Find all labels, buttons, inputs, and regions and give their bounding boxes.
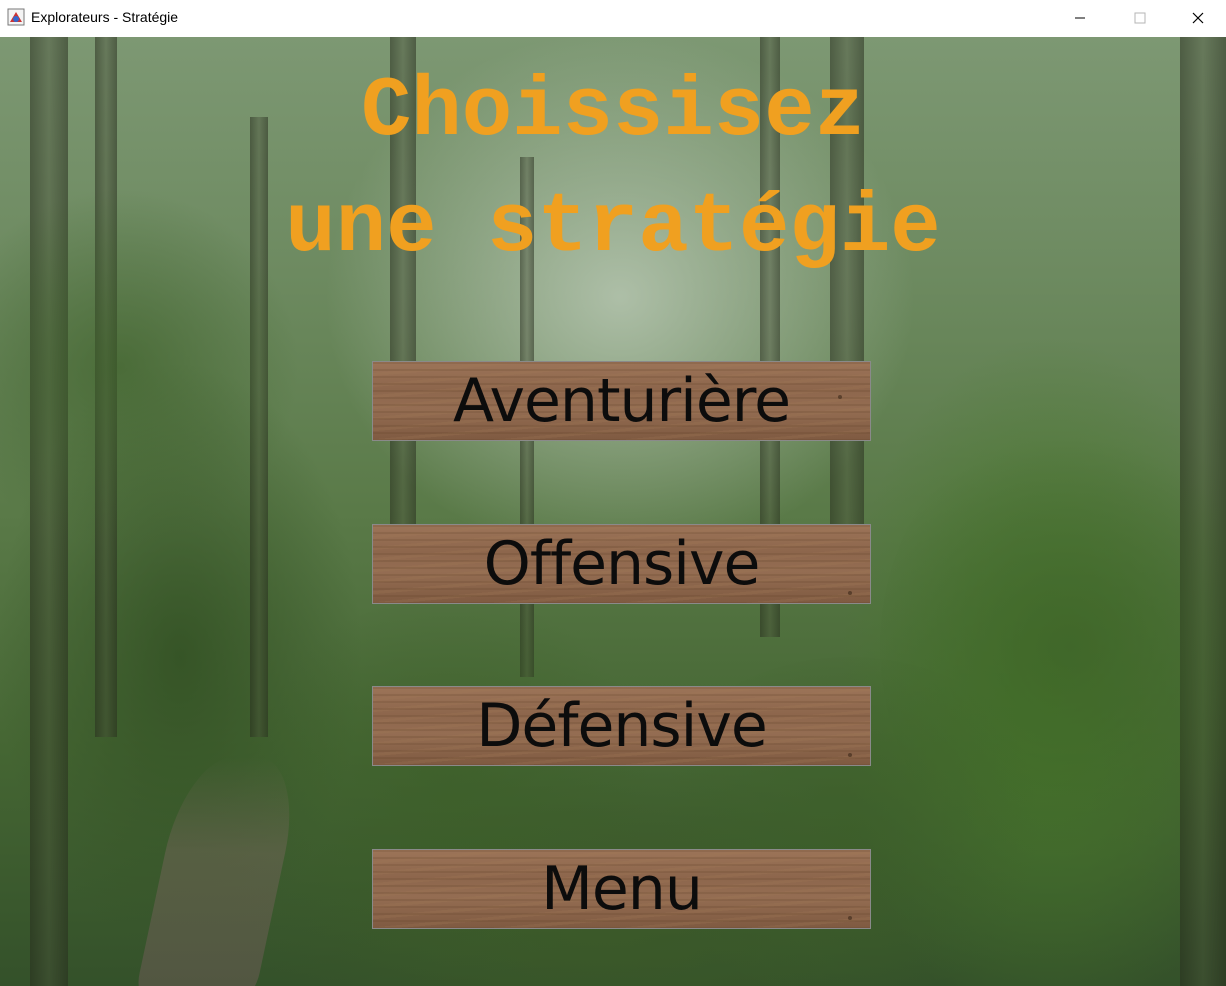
strategy-defensive-button[interactable]: Défensive xyxy=(372,686,871,766)
heading-line-2: une stratégie xyxy=(285,181,941,276)
forest-path xyxy=(134,757,306,986)
page-heading: Choissisez une stratégie xyxy=(0,55,1226,287)
close-button[interactable] xyxy=(1175,0,1221,37)
strategy-offensive-button[interactable]: Offensive xyxy=(372,524,871,604)
nail xyxy=(848,916,852,920)
button-label: Défensive xyxy=(476,691,768,761)
nail xyxy=(848,753,852,757)
close-icon xyxy=(1192,9,1204,28)
button-label: Menu xyxy=(541,854,703,924)
title-bar[interactable]: Explorateurs - Stratégie xyxy=(0,0,1226,37)
menu-button[interactable]: Menu xyxy=(372,849,871,929)
minimize-icon xyxy=(1074,9,1086,28)
java-app-icon xyxy=(7,8,25,26)
nail xyxy=(848,591,852,595)
minimize-button[interactable] xyxy=(1057,0,1103,37)
nail xyxy=(838,395,842,399)
window-title: Explorateurs - Stratégie xyxy=(31,9,179,25)
maximize-button[interactable] xyxy=(1117,0,1163,37)
app-window: Explorateurs - Stratégie Choissisez une … xyxy=(0,0,1226,986)
maximize-icon xyxy=(1134,9,1146,28)
heading-line-1: Choissisez xyxy=(360,65,866,160)
button-label: Aventurière xyxy=(452,366,791,436)
button-label: Offensive xyxy=(483,529,761,599)
strategy-aventuriere-button[interactable]: Aventurière xyxy=(372,361,871,441)
